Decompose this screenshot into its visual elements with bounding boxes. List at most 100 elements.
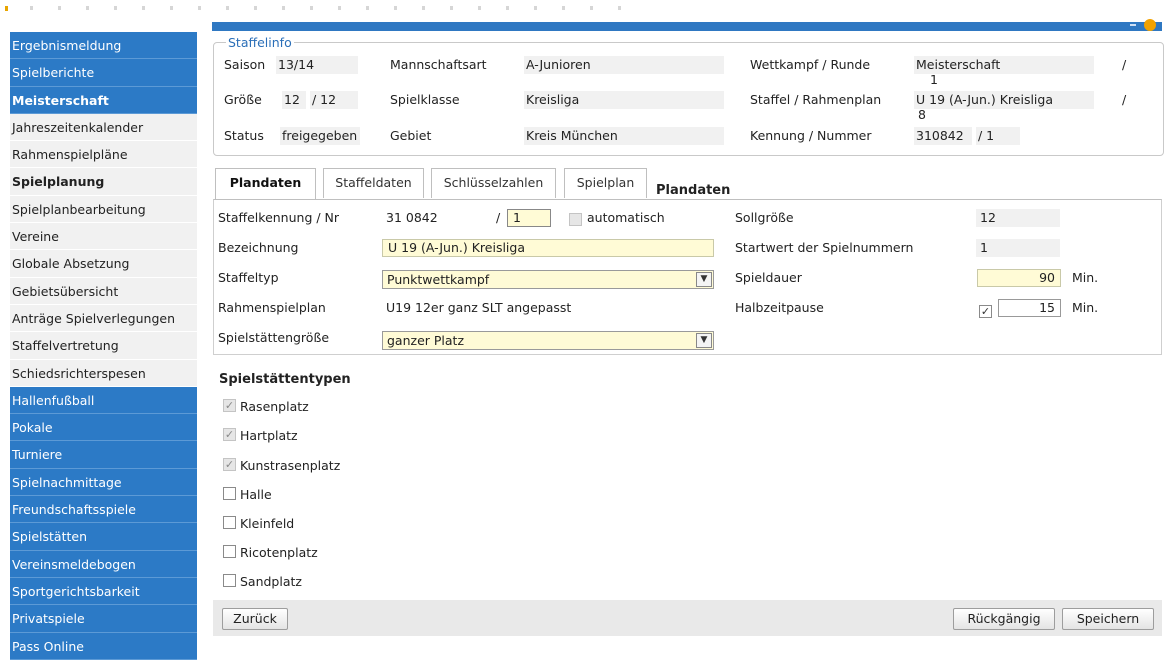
tab-schluesselzahlen[interactable]: Schlüsselzahlen [431, 168, 556, 198]
toolbar-remnant [30, 6, 630, 10]
footer-toolbar: Zurück Rückgängig Speichern [213, 600, 1162, 636]
spielstaettentypen-heading: Spielstättentypen [219, 372, 351, 387]
halbzeitpause-unit: Min. [1072, 300, 1099, 315]
spielstaettentyp-ricotenplatz[interactable]: Ricotenplatz [223, 544, 318, 560]
staffel-value: U 19 (A-Jun.) Kreisliga [914, 91, 1094, 109]
chevron-down-icon[interactable]: ▼ [696, 272, 712, 287]
menu-caret-icon[interactable] [1130, 24, 1136, 26]
sidebar-item-turniere[interactable]: Turniere [10, 441, 197, 469]
sidebar-item-vereine[interactable]: Vereine [10, 223, 197, 251]
wettkampf-slash: / [1122, 57, 1127, 72]
spieldauer-unit: Min. [1072, 270, 1099, 285]
spielstaettentyp-hartplatz[interactable]: ✓ Hartplatz [223, 427, 298, 443]
spielstaettentyp-kunstrasenplatz[interactable]: ✓ Kunstrasenplatz [223, 457, 340, 473]
undo-button[interactable]: Rückgängig [953, 608, 1055, 630]
spielstaettengroesse-select[interactable]: ganzer Platz ▼ [382, 331, 714, 350]
halle-checkbox[interactable] [223, 487, 236, 500]
save-button[interactable]: Speichern [1062, 608, 1154, 630]
groesse-value: 12 [282, 91, 306, 109]
sidebar-item-rahmenspielplaene[interactable]: Rahmenspielpläne [10, 141, 197, 169]
spielstaettentyp-kleinfeld[interactable]: Kleinfeld [223, 515, 294, 531]
kleinfeld-label: Kleinfeld [239, 516, 295, 531]
staffel-label: Staffel / Rahmenplan [750, 92, 882, 107]
sandplatz-label: Sandplatz [239, 574, 302, 589]
sidebar-item-spielstaetten[interactable]: Spielstätten [10, 523, 197, 551]
spielstaettentyp-sandplatz[interactable]: Sandplatz [223, 573, 302, 589]
sidebar-item-privatspiele[interactable]: Privatspiele [10, 605, 197, 633]
halbzeitpause-input[interactable]: 15 [998, 299, 1061, 317]
halbzeitpause-label: Halbzeitpause [735, 300, 824, 315]
nummer-value: / 1 [976, 127, 1020, 145]
sidebar-item-vereinsmeldebogen[interactable]: Vereinsmeldebogen [10, 550, 197, 578]
halbzeitpause-checkbox[interactable]: ✓ [979, 305, 992, 318]
wettkampf-value: Meisterschaft [914, 56, 1094, 74]
staffelinfo-panel: Staffelinfo Saison 13/14 Mannschaftsart … [213, 35, 1164, 156]
automatisch-checkbox[interactable] [569, 213, 582, 226]
bezeichnung-label: Bezeichnung [218, 240, 299, 255]
mannschaftsart-value: A-Junioren [524, 56, 724, 74]
kunstrasenplatz-label: Kunstrasenplatz [239, 458, 341, 473]
sidebar-item-spielberichte[interactable]: Spielberichte [10, 59, 197, 87]
tab-spielplan[interactable]: Spielplan [564, 168, 647, 198]
spielklasse-value: Kreisliga [524, 91, 724, 109]
tab-staffeldaten[interactable]: Staffeldaten [323, 168, 424, 198]
kennung-value: 310842 [914, 127, 972, 145]
tab-plandaten[interactable]: Plandaten [215, 168, 316, 201]
spielstaettengroesse-selected: ganzer Platz [387, 333, 465, 348]
rahmenspielplan-value: U19 12er ganz SLT angepasst [386, 300, 572, 315]
sidebar-item-jahreszeitenkalender[interactable]: Jahreszeitenkalender [10, 113, 197, 142]
groesse-max: / 12 [310, 91, 358, 109]
bezeichnung-input[interactable]: U 19 (A-Jun.) Kreisliga [382, 239, 714, 257]
kleinfeld-checkbox[interactable] [223, 516, 236, 529]
spielstaettentypen-panel: Spielstättentypen ✓ Rasenplatz ✓ Hartpla… [213, 366, 1162, 602]
sidebar-item-spielplanbearbeitung[interactable]: Spielplanbearbeitung [10, 195, 197, 224]
rahmenplan-value: 8 [918, 107, 926, 122]
sandplatz-checkbox[interactable] [223, 574, 236, 587]
sidebar-item-meisterschaft[interactable]: Meisterschaft [10, 86, 197, 114]
staffeltyp-selected: Punktwettkampf [387, 272, 490, 287]
staffelkennung-value: 31 0842 [386, 210, 438, 225]
header-bar [212, 19, 1162, 31]
chevron-down-icon[interactable]: ▼ [696, 333, 712, 348]
sidebar-item-globale-absetzung[interactable]: Globale Absetzung [10, 250, 197, 278]
sidebar-item-ergebnismeldung[interactable]: Ergebnismeldung [10, 32, 197, 60]
kennung-label: Kennung / Nummer [750, 128, 872, 143]
startwert-value: 1 [976, 239, 1060, 257]
sidebar-item-pass-online[interactable]: Pass Online [10, 632, 197, 660]
saison-value: 13/14 [276, 56, 358, 74]
ricotenplatz-checkbox[interactable] [223, 545, 236, 558]
hartplatz-label: Hartplatz [239, 428, 298, 443]
spielstaettengroesse-label: Spielstättengröße [218, 330, 330, 345]
staffeltyp-select[interactable]: Punktwettkampf ▼ [382, 270, 714, 289]
spieldauer-input[interactable]: 90 [977, 269, 1061, 287]
sidebar-item-hallenfussball[interactable]: Hallenfußball [10, 386, 197, 415]
hartplatz-checkbox[interactable]: ✓ [223, 428, 236, 441]
spielstaettentyp-rasenplatz[interactable]: ✓ Rasenplatz [223, 398, 309, 414]
sidebar-item-spielplanung[interactable]: Spielplanung [10, 168, 197, 196]
sidebar-item-freundschaftsspiele[interactable]: Freundschaftsspiele [10, 496, 197, 524]
saison-label: Saison [224, 57, 266, 72]
sidebar-item-antraege-spielverlegungen[interactable]: Anträge Spielverlegungen [10, 304, 197, 333]
staffelkennung-label: Staffelkennung / Nr [218, 210, 340, 225]
kunstrasenplatz-checkbox[interactable]: ✓ [223, 458, 236, 471]
wettkampf-label: Wettkampf / Runde [750, 57, 871, 72]
groesse-label: Größe [224, 92, 262, 107]
help-orb-icon[interactable] [1144, 19, 1156, 31]
sollgroesse-value: 12 [976, 209, 1060, 227]
automatisch-label: automatisch [587, 210, 665, 225]
sidebar-item-spielnachmittage[interactable]: Spielnachmittage [10, 468, 197, 497]
sidebar-item-schiedsrichterspesen[interactable]: Schiedsrichterspesen [10, 359, 197, 387]
rahmenspielplan-label: Rahmenspielplan [218, 300, 326, 315]
rasenplatz-checkbox[interactable]: ✓ [223, 399, 236, 412]
halle-label: Halle [239, 487, 272, 502]
ricotenplatz-label: Ricotenplatz [239, 545, 318, 560]
sidebar-item-staffelvertretung[interactable]: Staffelvertretung [10, 332, 197, 360]
sidebar-item-pokale[interactable]: Pokale [10, 414, 197, 442]
staffelnummer-input[interactable]: 1 [507, 209, 551, 227]
sidebar-item-gebietsuebersicht[interactable]: Gebietsübersicht [10, 277, 197, 305]
sidebar-item-sportgerichtsbarkeit[interactable]: Sportgerichtsbarkeit [10, 577, 197, 606]
plandaten-section-title: Plandaten [656, 183, 731, 198]
spielstaettentyp-halle[interactable]: Halle [223, 486, 272, 502]
back-button[interactable]: Zurück [222, 608, 288, 630]
status-value: freigegeben [280, 127, 360, 145]
